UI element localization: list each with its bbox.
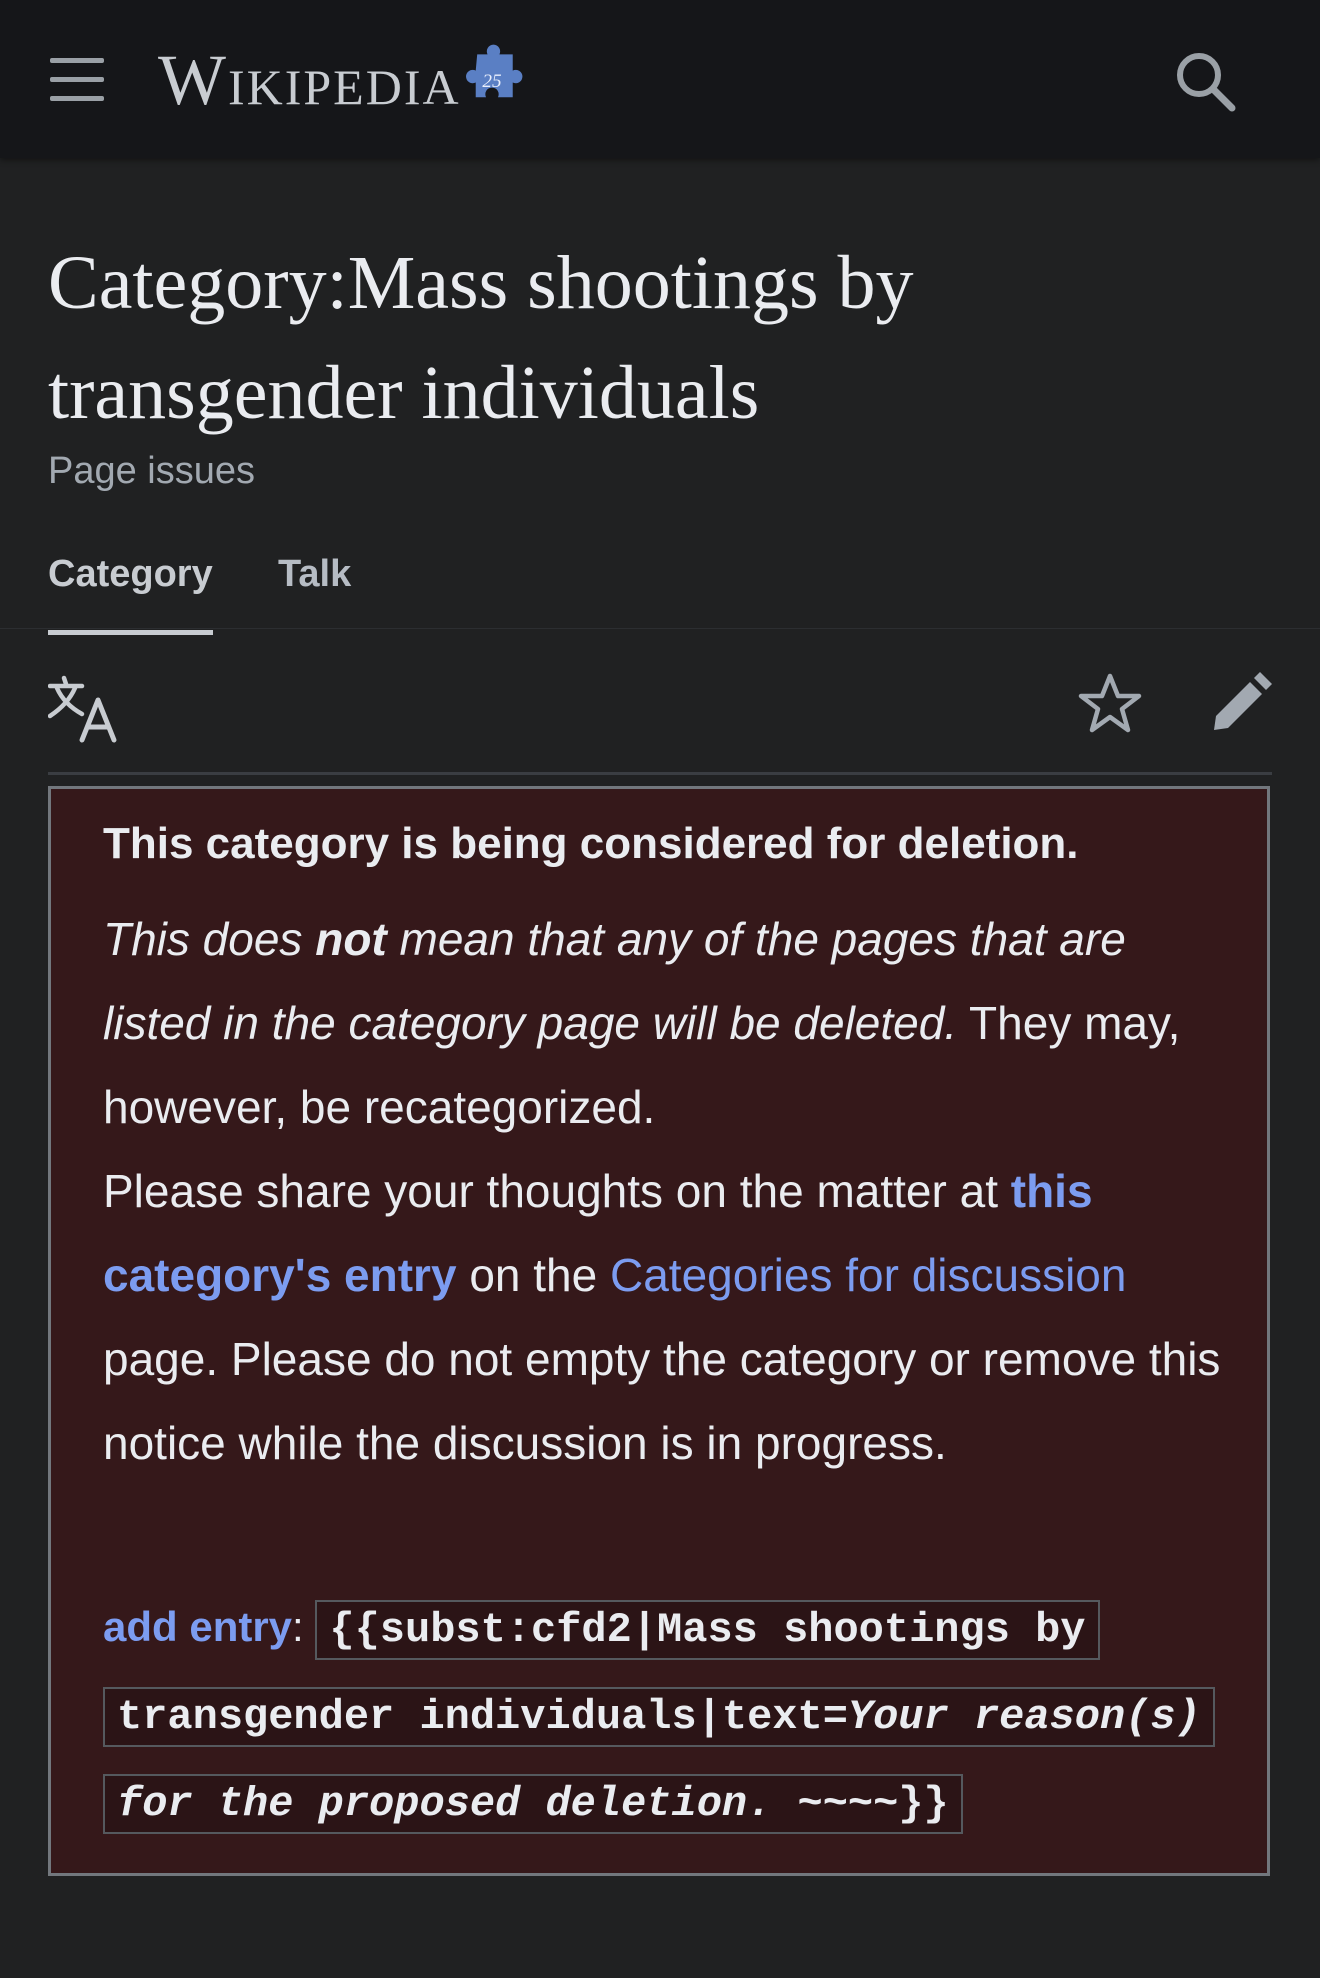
top-header-bar: Wikipedia 25 bbox=[0, 0, 1320, 158]
hamburger-menu-icon[interactable] bbox=[47, 55, 107, 105]
categories-for-discussion-link[interactable]: Categories for discussion bbox=[610, 1249, 1126, 1301]
puzzle-25-icon: 25 bbox=[465, 44, 523, 98]
deletion-notice-box: This category is being considered for de… bbox=[48, 786, 1270, 1876]
notice-share-suffix: page. Please do not empty the category o… bbox=[103, 1333, 1221, 1469]
notice-content: This category is being considered for de… bbox=[103, 817, 1233, 1485]
pencil-icon[interactable] bbox=[1208, 672, 1272, 736]
namespace-tabs: Category Talk bbox=[0, 540, 1320, 635]
page-actions-toolbar bbox=[48, 660, 1272, 775]
add-entry-link[interactable]: add entry bbox=[103, 1603, 292, 1650]
wikipedia-logo[interactable]: Wikipedia 25 bbox=[158, 40, 529, 120]
tab-talk[interactable]: Talk bbox=[278, 553, 351, 596]
add-entry-colon: : bbox=[292, 1603, 316, 1650]
notice-italic-emphasis: not bbox=[315, 913, 387, 965]
badge-number: 25 bbox=[482, 71, 502, 92]
language-icon[interactable] bbox=[48, 674, 118, 744]
notice-italic-part1: This does bbox=[103, 913, 316, 965]
page-title-line2: transgender individuals bbox=[48, 351, 760, 435]
page-issues-link[interactable]: Page issues bbox=[48, 450, 255, 493]
star-icon[interactable] bbox=[1078, 672, 1142, 736]
notice-on-the: on the bbox=[456, 1249, 610, 1301]
notice-share-prefix: Please share your thoughts on the matter… bbox=[103, 1165, 1011, 1217]
search-icon[interactable] bbox=[1172, 48, 1238, 114]
notice-heading: This category is being considered for de… bbox=[103, 819, 1079, 868]
page-title: Category:Mass shootings by transgender i… bbox=[48, 228, 1248, 448]
notice-body: This does not mean that any of the pages… bbox=[103, 897, 1233, 1485]
code-signature: ~~~~}} bbox=[772, 1780, 949, 1828]
add-entry-row: add entry: {{subst:cfd2|Mass shootings b… bbox=[103, 1585, 1243, 1846]
tab-category[interactable]: Category bbox=[48, 553, 213, 635]
wikipedia-wordmark: Wikipedia bbox=[158, 40, 461, 120]
page-title-line1: Category:Mass shootings by bbox=[48, 241, 914, 325]
